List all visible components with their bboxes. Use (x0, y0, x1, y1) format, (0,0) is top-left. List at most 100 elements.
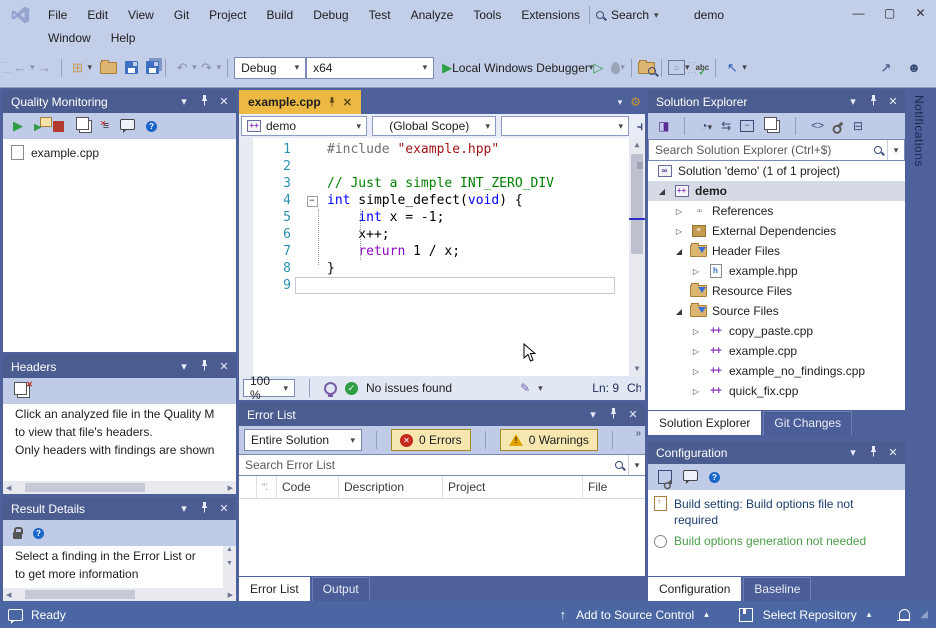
tree-item-copy-paste-cpp[interactable]: ▷++copy_paste.cpp (648, 321, 905, 341)
run-all-files-icon[interactable]: ▶ (34, 119, 42, 133)
close-icon[interactable]: ✕ (214, 360, 234, 373)
solution-explorer-header[interactable]: Solution Explorer ▾ ✕ (648, 90, 905, 113)
tree-item-quick-fix-cpp[interactable]: ▷++quick_fix.cpp (648, 381, 905, 401)
close-icon[interactable]: ✕ (214, 95, 234, 108)
column-header-file[interactable]: File (583, 476, 645, 498)
solution-platform-select[interactable]: x64 ▾ (306, 57, 434, 79)
menu-item-window[interactable]: Window (38, 27, 101, 49)
close-button[interactable]: ✕ (905, 0, 936, 26)
scroll-up-icon[interactable]: ▲ (629, 138, 645, 152)
editor-vertical-scrollbar[interactable]: ▲ ▼ (629, 138, 645, 376)
menu-item-analyze[interactable]: Analyze (401, 4, 464, 26)
horizontal-scrollbar[interactable]: ◀ ▶ (3, 481, 236, 494)
minimize-button[interactable]: — (843, 0, 874, 26)
menu-item-edit[interactable]: Edit (77, 4, 118, 26)
search-options-icon[interactable]: ▾ (628, 455, 645, 475)
configuration-header[interactable]: Configuration ▾ ✕ (648, 441, 905, 464)
select-repository-button[interactable]: Select Repository (763, 608, 857, 622)
pin-icon[interactable] (863, 446, 883, 460)
selection-column-header[interactable] (239, 476, 257, 498)
search-options-icon[interactable]: ▾ (887, 140, 904, 160)
new-project-dropdown-icon[interactable]: ▾ (88, 62, 93, 73)
scroll-down-icon[interactable]: ▼ (629, 362, 645, 376)
menu-item-help[interactable]: Help (101, 27, 146, 49)
horizontal-scrollbar[interactable]: ◀ ▶ (3, 588, 236, 601)
tree-item-resource-files[interactable]: Resource Files (648, 281, 905, 301)
notifications-side-tab[interactable]: Notifications (912, 95, 926, 167)
pin-icon[interactable] (863, 95, 883, 109)
expanded-arrow-icon[interactable]: ◢ (656, 187, 668, 196)
close-icon[interactable]: ✕ (214, 502, 234, 515)
chevron-up-icon[interactable]: ▴ (704, 609, 709, 620)
open-file-icon[interactable] (100, 62, 117, 74)
help-icon[interactable]: ? (146, 121, 157, 132)
code-line-1[interactable]: 1#include "example.hpp" (239, 141, 629, 158)
share-icon[interactable]: ↗ (876, 57, 896, 79)
fold-marker[interactable]: − (297, 192, 327, 209)
maximize-button[interactable]: ▢ (874, 0, 905, 26)
collapsed-arrow-icon[interactable]: ▷ (690, 387, 702, 396)
code-cleanup-icon[interactable]: ✎ (520, 381, 530, 395)
start-debugging-label[interactable]: Local Windows Debugger (452, 61, 589, 75)
pin-icon[interactable] (194, 360, 214, 374)
hot-reload-dropdown-icon[interactable]: ▾ (620, 62, 625, 73)
severity-column-header[interactable]: "⁚ (257, 476, 277, 498)
window-position-icon[interactable]: ▾ (174, 95, 194, 108)
undo-icon[interactable]: ↶ (172, 57, 192, 79)
collapsed-arrow-icon[interactable]: ▷ (690, 367, 702, 376)
pending-changes-filter-icon[interactable]: ◔▾ (700, 119, 712, 133)
window-position-icon[interactable]: ▾ (843, 95, 863, 108)
duplicate-icon[interactable] (79, 120, 92, 133)
solution-explorer-search[interactable]: ▾ (648, 139, 905, 161)
code-line-8[interactable]: 8} (239, 260, 629, 277)
menu-item-project[interactable]: Project (199, 4, 256, 26)
close-icon[interactable]: ✕ (883, 446, 903, 459)
errors-filter-button[interactable]: ✕ 0 Errors (391, 429, 471, 451)
solution-explorer-search-input[interactable] (649, 143, 873, 157)
sync-with-active-document-icon[interactable]: ⇆ (721, 119, 731, 133)
tree-item-references[interactable]: ▷▫▫References (648, 201, 905, 221)
navigate-forward-icon[interactable]: → (35, 57, 55, 79)
notifications-bell-icon[interactable] (899, 609, 910, 620)
search-control[interactable]: Search ▾ (595, 5, 659, 25)
save-icon[interactable] (125, 61, 138, 74)
result-details-header[interactable]: Result Details ▾ ✕ (3, 497, 236, 520)
scrollbar-thumb[interactable] (631, 154, 643, 254)
show-all-files-icon[interactable] (767, 120, 780, 133)
tree-item-demo[interactable]: ◢++demo (648, 181, 905, 201)
tab-baseline[interactable]: Baseline (743, 577, 811, 601)
analyzed-file-item[interactable]: example.cpp (3, 139, 236, 166)
window-position-icon[interactable]: ▾ (174, 502, 194, 515)
code-line-4[interactable]: 4−int simple_defect(void) { (239, 192, 629, 209)
configuration-settings-icon[interactable] (683, 470, 698, 484)
collapsed-arrow-icon[interactable]: ▷ (673, 227, 685, 236)
column-header-description[interactable]: Description (339, 476, 443, 498)
zoom-select[interactable]: 100 % ▾ (243, 379, 295, 397)
headers-header[interactable]: Headers ▾ ✕ (3, 355, 236, 378)
spell-check-icon[interactable]: abc (695, 63, 709, 72)
tree-item-header-files[interactable]: ◢Header Files (648, 241, 905, 261)
tab-git-changes[interactable]: Git Changes (763, 411, 852, 435)
build-setting-item[interactable]: Build setting: Build options file not re… (648, 490, 905, 530)
tab-error-list[interactable]: Error List (239, 577, 310, 601)
collapsed-arrow-icon[interactable]: ▷ (673, 207, 685, 216)
code-line-9[interactable]: 9 (239, 277, 629, 294)
add-to-source-control-button[interactable]: Add to Source Control (576, 608, 694, 622)
toolbar-overflow-icon[interactable]: » (635, 428, 641, 439)
code-cleanup-dropdown-icon[interactable]: ▾ (538, 383, 543, 394)
error-list-search-input[interactable] (239, 458, 614, 472)
solution-explorer-shortcut-icon[interactable]: ⌂ (668, 60, 685, 75)
analysis-settings-icon[interactable] (120, 119, 135, 133)
expanded-arrow-icon[interactable]: ◢ (673, 247, 685, 256)
collapse-all-icon[interactable]: − (740, 120, 754, 132)
menu-item-debug[interactable]: Debug (303, 4, 358, 26)
close-icon[interactable]: ✕ (883, 95, 903, 108)
tree-item-external-dependencies[interactable]: ▷≡External Dependencies (648, 221, 905, 241)
menu-item-extensions[interactable]: Extensions (511, 4, 590, 26)
split-window-icon[interactable]: ⫞ (637, 119, 643, 134)
switch-views-icon[interactable]: ◨ (658, 119, 669, 133)
window-position-icon[interactable]: ▾ (583, 408, 603, 421)
menu-item-file[interactable]: File (38, 4, 77, 26)
vertical-scrollbar[interactable]: ▲▼ (223, 546, 236, 588)
code-line-7[interactable]: 7 return 1 / x; (239, 243, 629, 260)
